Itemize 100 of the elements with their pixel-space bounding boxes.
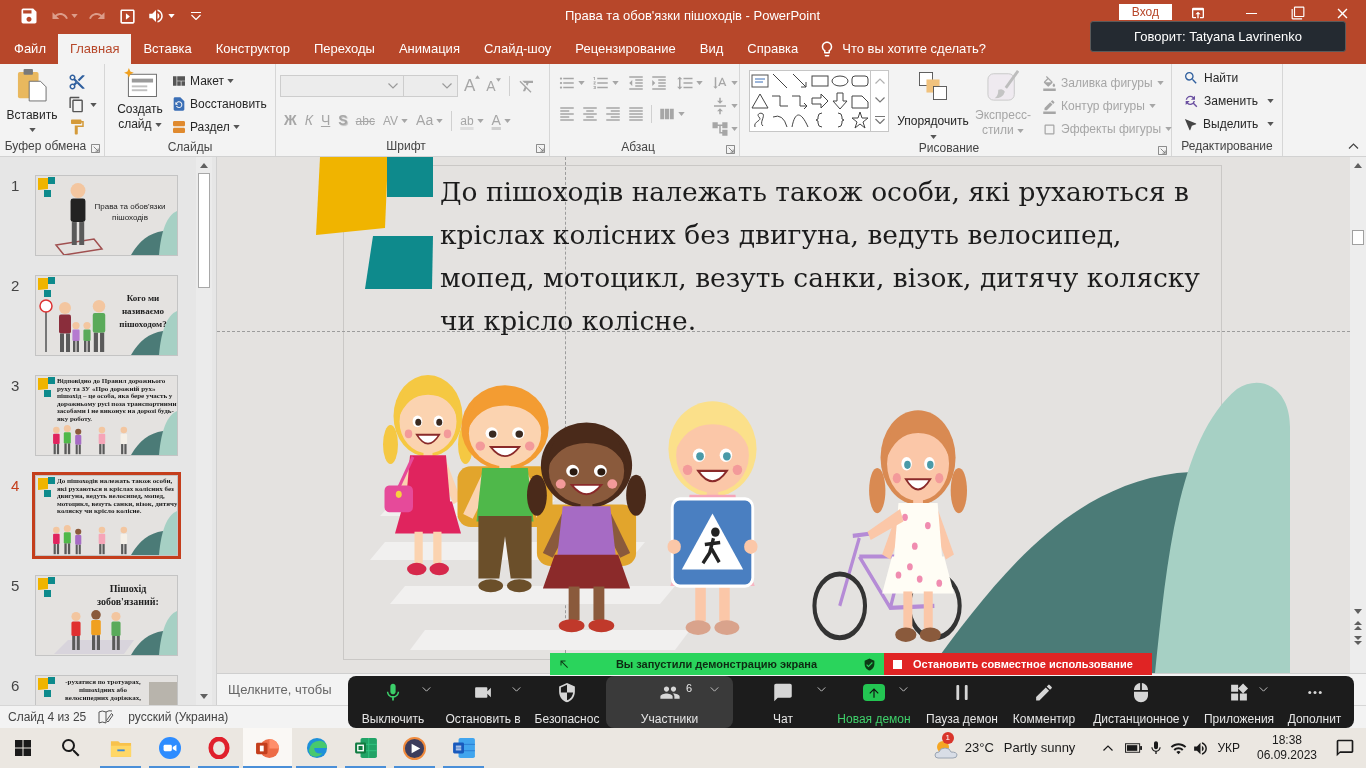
layout-icon <box>171 73 187 89</box>
pause-icon <box>956 685 968 700</box>
annotate-button[interactable]: Комментир <box>1009 676 1079 728</box>
curve-icon[interactable] <box>791 111 809 130</box>
ribbon-tab[interactable]: Рецензирование <box>563 34 688 64</box>
triangle-icon[interactable] <box>751 91 769 110</box>
caret-icon <box>90 102 97 107</box>
ribbon-tab[interactable]: Анимация <box>386 34 472 64</box>
chat-button[interactable]: Чат <box>733 676 833 728</box>
speaker-icon[interactable] <box>147 7 165 25</box>
scroll-thumb[interactable] <box>198 173 210 288</box>
new-slide-button[interactable]: Создать слайд <box>113 68 167 137</box>
shapes-gallery[interactable] <box>749 70 889 132</box>
weather-icon[interactable] <box>933 739 958 759</box>
ribbon-tab[interactable]: Справка <box>735 34 811 64</box>
ribbon-tab[interactable]: Файл <box>2 34 58 64</box>
ribbon-tab[interactable]: Слайд-шоу <box>471 34 564 64</box>
dialog-launcher-icon[interactable] <box>1158 145 1167 155</box>
scroll-up-icon[interactable] <box>200 163 208 168</box>
temperature-text[interactable]: 23°C <box>964 738 994 758</box>
previous-slide-icon[interactable] <box>1354 621 1362 630</box>
restore-icon[interactable] <box>1291 6 1305 20</box>
slideshow-icon[interactable] <box>118 6 137 26</box>
slide-thumbnail[interactable]: Пішохід зобов'язаний: <box>32 572 181 659</box>
shield-icon <box>556 682 578 703</box>
box-arrow-up-icon[interactable] <box>1190 5 1206 21</box>
apps-button[interactable]: Приложения <box>1203 676 1275 728</box>
caret-icon <box>1266 99 1274 103</box>
scissors-icon[interactable] <box>68 73 86 91</box>
arrow-icon[interactable] <box>791 72 809 90</box>
language-text[interactable]: русский (Украина) <box>128 708 229 726</box>
gallery-more-icon[interactable] <box>874 116 885 125</box>
weather-condition-text[interactable]: Partly sunny <box>1003 738 1076 758</box>
copy-icon[interactable] <box>68 96 85 113</box>
section-button[interactable]: Раздел <box>171 117 267 137</box>
mute-button[interactable]: Выключить <box>348 676 438 728</box>
rounded-rectangle-icon[interactable] <box>851 72 869 90</box>
stop-sharing-button[interactable]: Остановить совместное использование <box>884 653 1152 675</box>
keyboard-language-text[interactable]: УКР <box>1217 739 1240 757</box>
replace-button[interactable]: Заменить <box>1183 91 1275 111</box>
collapse-ribbon-icon[interactable] <box>1348 143 1359 149</box>
slide-number: 1 <box>10 176 21 196</box>
slide-thumbnail[interactable]: Кого ми називаємо пішоходом? <box>32 272 181 359</box>
caret-icon <box>1148 104 1156 108</box>
new-share-button[interactable]: Новая демон <box>833 676 915 728</box>
oval-icon[interactable] <box>831 72 849 90</box>
shield-check-icon <box>863 657 876 671</box>
notes-field[interactable]: Щелкните, чтобы <box>217 674 348 705</box>
gallery-down-icon[interactable] <box>874 97 885 103</box>
paste-button[interactable]: Вставить <box>6 68 58 136</box>
clock[interactable]: 18:38 06.09.2023 <box>1250 733 1324 763</box>
start-icon[interactable] <box>15 740 31 756</box>
scroll-thumb[interactable] <box>1352 230 1364 245</box>
arrange-button[interactable]: Упорядочить <box>894 70 972 139</box>
dialog-launcher-icon[interactable] <box>91 143 100 153</box>
notes-icon[interactable] <box>98 710 115 724</box>
caret-icon <box>1017 128 1025 133</box>
ribbon-tab[interactable]: Вставка <box>131 34 204 64</box>
group-label: Буфер обмена <box>3 138 88 155</box>
next-slide-icon[interactable] <box>1354 636 1362 645</box>
line-icon[interactable] <box>771 72 789 90</box>
slide-number: 2 <box>10 276 21 296</box>
block-arrow-icon[interactable] <box>811 91 829 110</box>
document-app-icon <box>452 738 475 758</box>
dialog-launcher-icon[interactable] <box>536 143 545 153</box>
notifications-icon[interactable] <box>1335 738 1355 758</box>
caret-up-icon <box>475 75 481 79</box>
scroll-down-icon[interactable] <box>200 694 208 699</box>
security-button[interactable]: Безопаснос <box>528 676 606 728</box>
caret-icon <box>1165 127 1172 131</box>
ring-icon <box>207 737 230 759</box>
ribbon-tab[interactable]: Конструктор <box>203 34 302 64</box>
tell-me-button[interactable]: Что вы хотите сделать? <box>842 39 986 59</box>
thumbnail-title: Кого ми називаємо пішоходом? <box>118 292 168 331</box>
slide-thumbnail[interactable]: Права та обов'язки пішоходів <box>32 172 181 259</box>
dropdown-menu-icon[interactable] <box>191 12 201 20</box>
taskbar-button[interactable] <box>243 728 292 768</box>
reset-button[interactable]: Восстановить <box>171 94 267 114</box>
sign-in-button[interactable]: Вход <box>1118 4 1172 20</box>
battery-icon[interactable] <box>1125 743 1143 753</box>
dialog-launcher-icon[interactable] <box>726 144 735 154</box>
star-icon[interactable] <box>851 111 869 130</box>
show-hidden-icons-icon[interactable] <box>1103 745 1114 751</box>
scroll-down-icon[interactable] <box>1354 609 1362 614</box>
participants-button[interactable]: Участники 6 <box>606 676 733 728</box>
ribbon-tab[interactable]: Переходы <box>301 34 387 64</box>
save-icon[interactable] <box>19 6 39 26</box>
caret-icon <box>731 104 738 108</box>
more-button[interactable]: Дополнит <box>1275 676 1354 728</box>
ribbon-tab[interactable]: Вид <box>687 34 736 64</box>
down-arrow-icon[interactable] <box>831 91 849 110</box>
stop-video-button[interactable]: Остановить в <box>438 676 528 728</box>
scroll-up-icon[interactable] <box>1354 163 1362 168</box>
select-button[interactable]: Выделить <box>1183 114 1275 134</box>
remote-control-button[interactable]: Дистанционное у <box>1079 676 1203 728</box>
find-button[interactable]: Найти <box>1183 68 1275 88</box>
ribbon-tab[interactable]: Главная <box>57 34 132 64</box>
folder-icon <box>109 738 132 758</box>
layout-button[interactable]: Макет <box>171 71 267 91</box>
pause-share-button[interactable]: Пауза демон <box>915 676 1009 728</box>
